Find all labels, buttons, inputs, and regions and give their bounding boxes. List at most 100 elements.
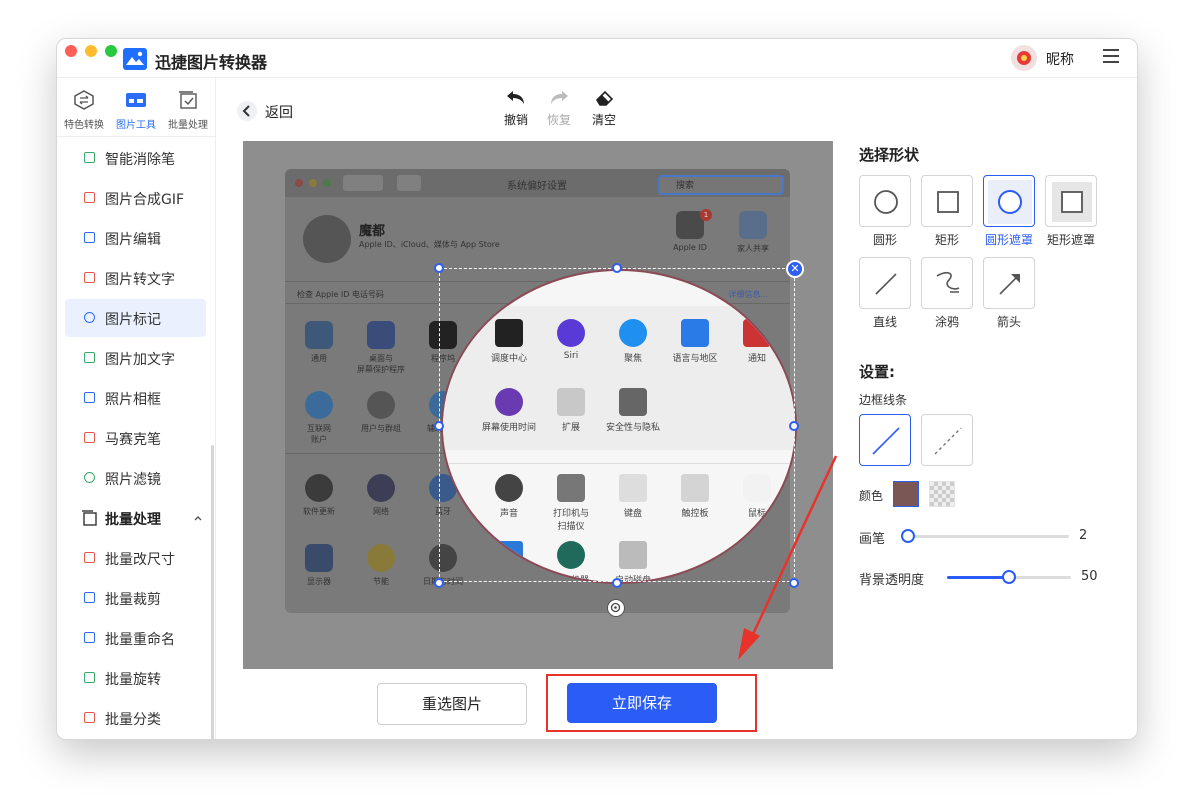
title-bar: 迅捷图片转换器 昵称 [57,39,1137,78]
shape-label: 直线 [872,315,897,329]
sidebar-item-ocr[interactable]: 图片转文字 [65,259,206,297]
resize-handle-top[interactable] [612,263,622,273]
shape-label: 矩形 [934,233,959,247]
undo-label: 撤销 [503,113,528,127]
sidebar-scrollbar[interactable] [211,445,214,739]
app-logo-icon [123,48,147,70]
preview-item: 通用 [287,321,351,364]
brush-slider-knob[interactable] [901,529,915,543]
undo-button[interactable]: 撤销 [496,89,536,128]
sidebar-item-batch-resize[interactable]: 批量改尺寸 [65,539,206,577]
resize-handle-top-left[interactable] [434,263,444,273]
sidebar-item-frame[interactable]: 照片相框 [65,379,206,417]
preview-user-avatar [303,215,351,263]
sidebar-item-label: 图片加文字 [105,352,175,368]
crop-icon [84,592,95,603]
tab-label: 特色转换 [64,120,104,131]
delete-shape-icon[interactable]: ✕ [786,260,804,278]
tab-image-tools[interactable]: 图片工具 [111,90,161,131]
preview-item: 互联网 账户 [287,391,351,445]
doodle-icon [936,271,960,293]
zoom-window-button[interactable] [105,45,117,57]
sidebar-item-batch-crop[interactable]: 批量裁剪 [65,579,206,617]
tab-batch[interactable]: 批量处理 [163,90,213,131]
sidebar-item-edit[interactable]: 图片编辑 [65,219,206,257]
sidebar-item-label: 智能消除笔 [105,152,175,168]
gif-icon [84,192,95,203]
sidebar-item-add-text[interactable]: 图片加文字 [65,339,206,377]
chevron-up-icon[interactable] [193,514,203,522]
app-window: 迅捷图片转换器 昵称 特色转换 图片工具 批量处理 智能消除笔 图片合成GIF … [56,38,1138,740]
add-text-icon [84,352,95,363]
shape-label: 箭头 [996,315,1021,329]
border-solid-button[interactable] [859,414,911,466]
preview-window-title: 系统偏好设置 [507,181,567,192]
sidebar-item-smart-eraser[interactable]: 智能消除笔 [65,139,206,177]
brush-slider-track[interactable] [903,535,1069,538]
border-dashed-button[interactable] [921,414,973,466]
minimize-window-button[interactable] [85,45,97,57]
rotate-handle-icon[interactable] [607,599,625,617]
resize-handle-bottom-right[interactable] [789,578,799,588]
transparent-color-swatch[interactable] [929,481,955,507]
hamburger-menu-icon[interactable] [1103,49,1119,63]
brush-value: 2 [1079,528,1088,543]
avatar[interactable] [1011,45,1037,71]
shape-circle-mask-button[interactable] [983,175,1035,227]
color-swatch[interactable] [893,481,919,507]
circle-icon [874,190,898,214]
image-tools-icon [126,93,146,107]
sidebar-group-batch[interactable]: 批量处理 [65,499,206,537]
border-line-label: 边框线条 [859,393,908,407]
sidebar-group-label: 批量处理 [105,512,161,528]
resize-handle-right[interactable] [789,421,799,431]
save-now-button[interactable]: 立即保存 [567,683,717,723]
opacity-slider-knob[interactable] [1002,570,1016,584]
sidebar-item-label: 批量裁剪 [105,592,161,608]
image-canvas[interactable]: 系统偏好设置 搜索 魔都 Apple ID、iCloud、媒体与 App Sto… [243,141,833,669]
solid-line-icon [872,427,900,455]
close-window-button[interactable] [65,45,77,57]
sidebar: 特色转换 图片工具 批量处理 智能消除笔 图片合成GIF 图片编辑 图片转文字 … [57,78,216,739]
resize-handle-left[interactable] [434,421,444,431]
clear-button[interactable]: 清空 [584,89,624,128]
app-title: 迅捷图片转换器 [155,53,268,72]
shape-rectangle-button[interactable] [921,175,973,227]
opacity-label: 背景透明度 [859,573,925,588]
shape-line-button[interactable] [859,257,911,309]
shape-label: 圆形 [872,233,897,247]
selection-box[interactable] [439,268,795,582]
sidebar-item-batch-rename[interactable]: 批量重命名 [65,619,206,657]
preview-item: 桌面与 屏幕保护程序 [349,321,413,375]
sidebar-item-gif[interactable]: 图片合成GIF [65,179,206,217]
shape-circle-button[interactable] [859,175,911,227]
sidebar-item-filter[interactable]: 照片滤镜 [65,459,206,497]
sidebar-item-mosaic[interactable]: 马赛克笔 [65,419,206,457]
sidebar-item-label: 图片编辑 [105,232,161,248]
settings-title: 设置: [859,363,895,381]
resize-handle-bottom-left[interactable] [434,578,444,588]
shape-doodle-button[interactable] [921,257,973,309]
preview-family: 家人共享 [721,211,785,254]
frame-icon [84,392,95,403]
redo-button[interactable]: 恢复 [539,89,579,128]
tab-special-convert[interactable]: 特色转换 [59,90,109,131]
batch-group-icon [82,510,97,526]
preview-item: 网络 [349,474,413,517]
preview-apple-id: Apple ID [658,211,722,252]
reselect-image-button[interactable]: 重选图片 [377,683,527,725]
sidebar-item-label: 照片相框 [105,392,161,408]
sidebar-item-markup[interactable]: 图片标记 [65,299,206,337]
sidebar-item-batch-classify[interactable]: 批量分类 [65,699,206,737]
sidebar-item-label: 马赛克笔 [105,432,161,448]
shape-label: 涂鸦 [934,315,959,329]
color-label: 颜色 [859,489,884,503]
markup-icon [84,312,95,323]
chevron-left-icon [237,101,257,121]
shape-arrow-button[interactable] [983,257,1035,309]
nickname-label[interactable]: 昵称 [1046,49,1074,69]
shape-rect-mask-button[interactable] [1045,175,1097,227]
resize-handle-bottom[interactable] [612,578,622,588]
sidebar-item-batch-rotate[interactable]: 批量旋转 [65,659,206,697]
pen-icon [84,152,95,163]
